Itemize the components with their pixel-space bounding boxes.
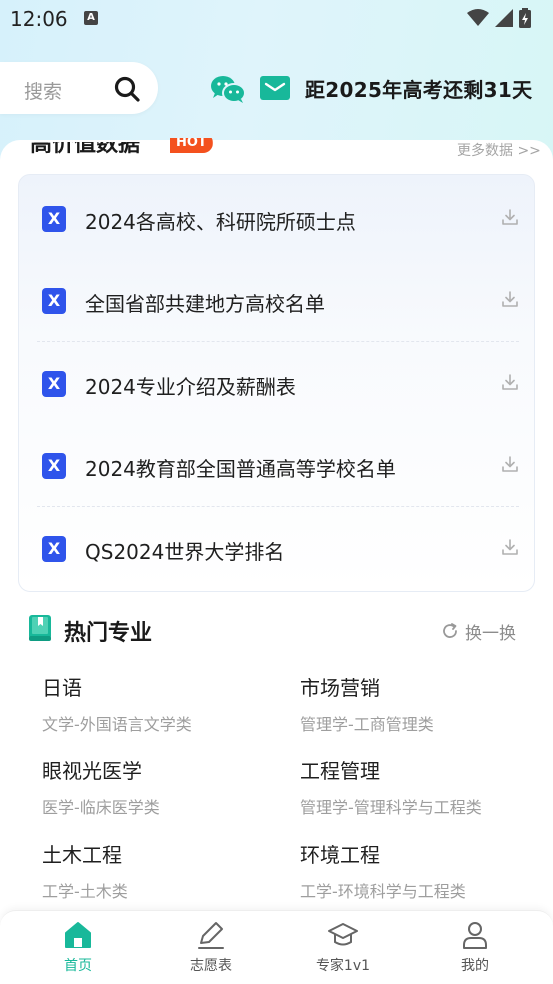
major-category: 医学-临床医学类 <box>42 798 160 817</box>
major-item[interactable]: 土木工程 工学-土木类 <box>42 839 282 902</box>
graduation-cap-icon <box>328 923 358 946</box>
refresh-icon <box>443 623 457 638</box>
nav-home[interactable]: 首页 <box>28 919 128 979</box>
signal-icon <box>495 9 513 27</box>
file-list-card: X 2024各高校、科研院所硕士点 X 全国省部共建地方高校名单 X 2024专… <box>18 174 535 592</box>
file-name: 2024专业介绍及薪酬表 <box>85 375 296 399</box>
more-data-link[interactable]: 更多数据 >> <box>457 140 541 160</box>
battery-icon <box>519 8 531 28</box>
nav-application[interactable]: 志愿表 <box>161 919 261 979</box>
hot-majors-title: 热门专业 <box>64 621 153 646</box>
excel-file-icon: X <box>42 536 66 562</box>
file-row[interactable]: X 2024专业介绍及薪酬表 <box>19 365 536 405</box>
download-icon[interactable] <box>501 455 519 473</box>
major-item[interactable]: 环境工程 工学-环境科学与工程类 <box>300 839 540 902</box>
excel-file-icon: X <box>42 453 66 479</box>
excel-file-icon: X <box>42 371 66 397</box>
major-name: 环境工程 <box>300 843 380 867</box>
bottom-nav: 首页 志愿表 专家1v1 我的 <box>0 910 553 984</box>
download-icon[interactable] <box>501 208 519 226</box>
wechat-icon[interactable] <box>210 74 246 104</box>
major-name: 眼视光医学 <box>42 759 142 783</box>
major-category: 文学-外国语言文学类 <box>42 715 192 734</box>
file-row[interactable]: X 全国省部共建地方高校名单 <box>19 282 536 322</box>
file-row[interactable]: X 2024各高校、科研院所硕士点 <box>19 200 536 240</box>
file-name: QS2024世界大学排名 <box>85 540 285 564</box>
file-name: 2024教育部全国普通高等学校名单 <box>85 457 396 481</box>
exam-countdown: 距2025年高考还剩31天 <box>305 78 533 102</box>
major-item[interactable]: 工程管理 管理学-管理科学与工程类 <box>300 755 540 818</box>
nav-label: 专家1v1 <box>315 958 371 974</box>
major-name: 日语 <box>42 676 82 700</box>
home-icon <box>65 922 91 948</box>
status-indicators <box>467 8 531 28</box>
download-icon[interactable] <box>501 538 519 556</box>
major-name: 工程管理 <box>300 759 380 783</box>
major-category: 管理学-管理科学与工程类 <box>300 798 482 817</box>
excel-file-icon: X <box>42 288 66 314</box>
nav-label: 首页 <box>64 958 92 974</box>
major-name: 土木工程 <box>42 843 122 867</box>
user-icon <box>463 922 487 949</box>
refresh-label: 换一换 <box>465 623 516 644</box>
major-item[interactable]: 日语 文学-外国语言文学类 <box>42 672 282 735</box>
divider <box>37 506 519 507</box>
download-icon[interactable] <box>501 290 519 308</box>
major-item[interactable]: 市场营销 管理学-工商管理类 <box>300 672 540 735</box>
major-category: 管理学-工商管理类 <box>300 715 434 734</box>
excel-file-icon: X <box>42 206 66 232</box>
wifi-icon <box>467 9 489 26</box>
nav-label: 我的 <box>461 958 489 974</box>
search-placeholder: 搜索 <box>24 81 63 103</box>
nav-profile[interactable]: 我的 <box>425 919 525 979</box>
search-icon[interactable] <box>113 75 141 103</box>
file-name: 全国省部共建地方高校名单 <box>85 292 325 316</box>
notification-icon: A <box>84 11 98 25</box>
major-category: 工学-土木类 <box>42 882 128 901</box>
major-item[interactable]: 眼视光医学 医学-临床医学类 <box>42 755 282 818</box>
file-row[interactable]: X QS2024世界大学排名 <box>19 530 536 570</box>
nav-expert[interactable]: 专家1v1 <box>293 919 393 979</box>
file-name: 2024各高校、科研院所硕士点 <box>85 210 356 234</box>
major-category: 工学-环境科学与工程类 <box>300 882 466 901</box>
status-time: 12:06 <box>10 7 68 31</box>
file-row[interactable]: X 2024教育部全国普通高等学校名单 <box>19 447 536 487</box>
download-icon[interactable] <box>501 373 519 391</box>
status-bar: 12:06 A <box>0 0 553 38</box>
divider <box>37 341 519 342</box>
major-name: 市场营销 <box>300 676 380 700</box>
search-input[interactable]: 搜索 <box>0 62 158 114</box>
refresh-button[interactable]: 换一换 <box>441 620 516 644</box>
nav-label: 志愿表 <box>190 958 232 974</box>
book-icon <box>29 615 51 641</box>
mail-icon[interactable] <box>260 76 290 100</box>
pencil-icon <box>198 922 224 949</box>
